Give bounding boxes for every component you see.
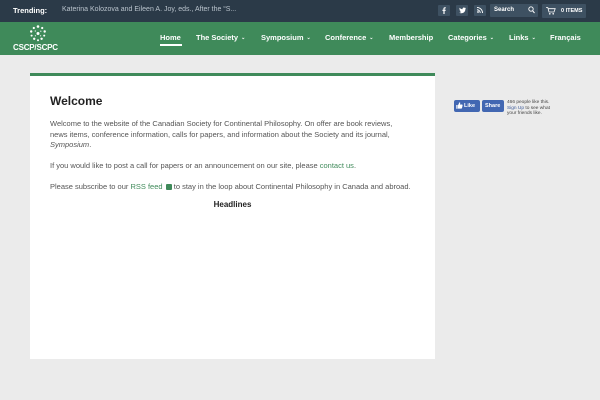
intro-paragraph: Welcome to the website of the Canadian S… — [50, 119, 416, 151]
search-icon[interactable] — [528, 6, 535, 14]
nav-item-categories[interactable]: Categories ⌄ — [448, 33, 494, 42]
like-label: Like — [464, 103, 476, 109]
facebook-icon[interactable] — [438, 5, 450, 16]
cart-icon — [546, 7, 556, 15]
headlines-heading: Headlines — [213, 200, 252, 209]
facebook-signup-link[interactable]: Sign Up — [507, 106, 524, 111]
nav-item-label: Links — [509, 33, 529, 42]
rss-post-text: to stay in the loop about Continental Ph… — [171, 182, 411, 191]
share-label: Share — [485, 103, 501, 109]
twitter-icon[interactable] — [456, 5, 468, 16]
welcome-card: Welcome Welcome to the website of the Ca… — [30, 73, 435, 359]
thumbs-up-icon — [456, 102, 463, 109]
chevron-down-icon: ⌄ — [241, 35, 246, 41]
nav-item-symposium[interactable]: Symposium ⌄ — [261, 33, 311, 42]
search-input[interactable]: Search — [490, 4, 538, 17]
nav-item-label: Symposium — [261, 33, 304, 42]
logo-emblem-icon — [30, 25, 46, 42]
intro-text-line: Welcome to the website of the Canadian S… — [50, 119, 393, 128]
site-logo[interactable]: CSCP/SCPC — [13, 24, 65, 54]
rss-paragraph: Please subscribe to our RSS feed to stay… — [50, 182, 416, 193]
intro-text-line: news items, conference information, call… — [50, 129, 390, 139]
active-nav-indicator — [160, 44, 182, 46]
facebook-share-button[interactable]: Share — [482, 100, 504, 112]
contact-us-link[interactable]: contact us — [320, 161, 354, 170]
nav-item-membership[interactable]: Membership — [389, 33, 433, 42]
intro-end: . — [89, 140, 92, 149]
journal-name: Symposium — [50, 140, 90, 149]
like-count-text: 466 people like this. — [507, 100, 550, 105]
nav-item-label: Membership — [389, 33, 434, 42]
nav-item-conference[interactable]: Conference ⌄ — [325, 33, 373, 42]
rss-feed-link[interactable]: RSS feed — [130, 182, 162, 191]
chevron-down-icon: ⌄ — [369, 35, 374, 41]
page-title: Welcome — [50, 94, 103, 108]
nav-item-label: Home — [160, 33, 181, 42]
nav-item-label: Categories — [448, 33, 487, 42]
trending-headline-link[interactable]: Katerina Kolozova and Eileen A. Joy, eds… — [62, 6, 236, 13]
nav-item-francais[interactable]: Français — [550, 33, 581, 42]
nav-item-label: Français — [550, 33, 581, 42]
chevron-down-icon: ⌄ — [531, 35, 536, 41]
call-end: . — [353, 161, 357, 170]
chevron-down-icon: ⌄ — [306, 35, 311, 41]
nav-item-home[interactable]: Home — [160, 33, 181, 42]
cart-count: 0 ITEMS — [561, 8, 583, 14]
search-placeholder: Search — [494, 7, 515, 13]
rss-icon[interactable] — [474, 5, 486, 16]
nav-item-links[interactable]: Links ⌄ — [509, 33, 536, 42]
facebook-like-button[interactable]: Like — [454, 100, 480, 112]
facebook-like-count: 466 people like this. Sign Up to see wha… — [507, 100, 557, 117]
call-text: If you would like to post a call for pap… — [50, 161, 320, 170]
nav-item-label: The Society — [196, 33, 239, 42]
chevron-down-icon: ⌄ — [489, 35, 494, 41]
nav-item-the-society[interactable]: The Society ⌄ — [196, 33, 245, 42]
main-navigation: CSCP/SCPC Home The Society ⌄ Symposium ⌄ C… — [0, 22, 600, 55]
trending-label: Trending: — [13, 6, 48, 15]
cart-button[interactable]: 0 ITEMS — [542, 4, 586, 18]
top-bar: Trending: Katerina Kolozova and Eileen A… — [0, 0, 600, 22]
nav-item-label: Conference — [325, 33, 367, 42]
logo-text: CSCP/SCPC — [13, 43, 58, 52]
call-paragraph: If you would like to post a call for pap… — [50, 161, 416, 172]
rss-pre-text: Please subscribe to our — [50, 182, 131, 191]
